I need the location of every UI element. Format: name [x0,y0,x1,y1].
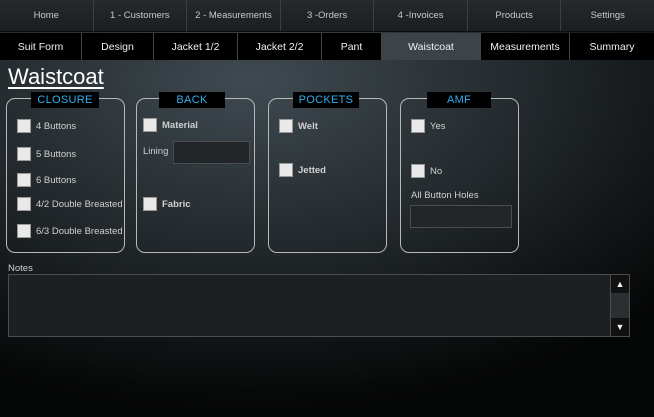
all-button-holes-input[interactable] [410,205,512,228]
back-material-option[interactable]: Material [143,118,198,132]
notes-textarea[interactable] [9,275,611,336]
closure-option-4-buttons[interactable]: 4 Buttons [17,119,76,133]
checkbox[interactable] [17,224,31,238]
notes-box: ▲ ▼ [8,274,630,337]
option-label: Jetted [298,164,326,176]
back-fabric-option[interactable]: Fabric [143,197,191,211]
tab-jacket-1[interactable]: Jacket 1/2 [154,33,238,60]
option-label: Fabric [162,198,191,210]
checkbox[interactable] [411,164,425,178]
option-label: Yes [430,120,446,132]
option-label: 5 Buttons [36,148,77,160]
checkbox[interactable] [17,197,31,211]
amf-heading: AMF [427,92,491,108]
checkbox[interactable] [17,147,31,161]
page-title: Waistcoat [8,64,104,89]
nav-settings[interactable]: Settings [561,0,654,31]
closure-option-6-buttons[interactable]: 6 Buttons [17,173,76,187]
option-label: 6/3 Double Breasted [36,225,123,237]
nav-invoices[interactable]: 4 -Invoices [374,0,468,31]
tab-pant[interactable]: Pant [322,33,382,60]
checkbox[interactable] [17,119,31,133]
checkbox[interactable] [143,197,157,211]
nav-home[interactable]: Home [0,0,94,31]
lining-input[interactable] [173,141,250,164]
tab-measurements[interactable]: Measurements [481,33,570,60]
checkbox[interactable] [17,173,31,187]
closure-option-6-3-double-breasted[interactable]: 6/3 Double Breasted [17,224,123,238]
back-heading: BACK [159,92,225,108]
tab-summary[interactable]: Summary [570,33,654,60]
option-label: 4/2 Double Breasted [36,198,123,210]
pockets-heading: POCKETS [293,92,359,108]
option-label: No [430,165,443,177]
pockets-option-welt[interactable]: Welt [279,119,318,133]
checkbox[interactable] [279,119,293,133]
scroll-down-icon[interactable]: ▼ [611,318,629,336]
option-label: 6 Buttons [36,174,77,186]
pockets-panel: POCKETS Welt Jetted [268,92,387,253]
notes-scrollbar[interactable]: ▲ ▼ [610,275,629,336]
amf-option-yes[interactable]: Yes [411,119,446,133]
option-label: 4 Buttons [36,120,77,132]
checkbox[interactable] [143,118,157,132]
pockets-option-jetted[interactable]: Jetted [279,163,326,177]
notes-label: Notes [8,263,33,274]
closure-heading: CLOSURE [31,92,99,108]
lining-label: Lining [143,146,169,157]
tab-design[interactable]: Design [82,33,154,60]
checkbox[interactable] [411,119,425,133]
amf-option-no[interactable]: No [411,164,442,178]
nav-products[interactable]: Products [468,0,562,31]
all-button-holes-label: All Button Holes [411,190,479,201]
nav-customers[interactable]: 1 - Customers [94,0,188,31]
checkbox[interactable] [279,163,293,177]
form-tabs: Suit Form Design Jacket 1/2 Jacket 2/2 P… [0,33,654,60]
closure-panel: CLOSURE 4 Buttons 5 Buttons 6 Buttons 4/… [6,92,125,253]
closure-option-4-2-double-breasted[interactable]: 4/2 Double Breasted [17,197,123,211]
back-panel: BACK Material Lining Fabric [136,92,255,253]
scroll-up-icon[interactable]: ▲ [611,275,629,293]
closure-option-5-buttons[interactable]: 5 Buttons [17,147,76,161]
tab-suit-form[interactable]: Suit Form [0,33,82,60]
tab-jacket-2[interactable]: Jacket 2/2 [238,33,322,60]
tab-waistcoat[interactable]: Waistcoat [382,33,481,60]
nav-measurements[interactable]: 2 - Measurements [187,0,281,31]
amf-panel: AMF Yes No All Button Holes [400,92,519,253]
top-nav: Home 1 - Customers 2 - Measurements 3 -O… [0,0,654,32]
nav-orders[interactable]: 3 -Orders [281,0,375,31]
option-label: Welt [298,120,318,132]
option-label: Material [162,119,198,131]
